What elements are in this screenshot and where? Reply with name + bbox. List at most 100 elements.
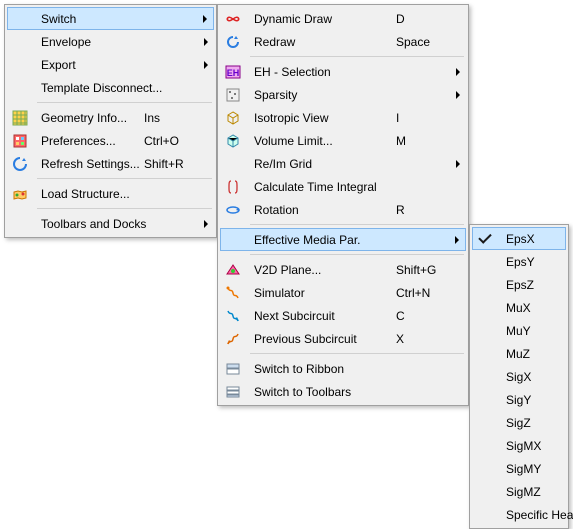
shortcut: X: [396, 332, 446, 346]
prev-icon: [222, 329, 244, 349]
menu-item-geometry-info[interactable]: Geometry Info... Ins: [7, 106, 214, 129]
label: Export: [37, 58, 144, 72]
menu-item-preferences[interactable]: Preferences... Ctrl+O: [7, 129, 214, 152]
shortcut: Space: [396, 35, 446, 49]
shortcut: Ins: [144, 111, 194, 125]
label: Toolbars and Docks: [37, 217, 146, 231]
check-icon: [474, 229, 496, 249]
isotropic-icon: [222, 108, 244, 128]
geometry-icon: [9, 108, 31, 128]
menu-item-muz[interactable]: MuZ: [472, 342, 566, 365]
shortcut: C: [396, 309, 446, 323]
label: Effective Media Par.: [250, 233, 396, 247]
sparsity-icon: [222, 85, 244, 105]
shortcut: Shift+R: [144, 157, 194, 171]
separator: [250, 224, 464, 225]
submenu-arrow-icon: [203, 15, 207, 23]
label: SigX: [502, 370, 556, 384]
menu-item-template-disconnect[interactable]: Template Disconnect...: [7, 76, 214, 99]
label: Calculate Time Integral: [250, 180, 396, 194]
simulator-icon: [222, 283, 244, 303]
menu-item-switch-ribbon[interactable]: Switch to Ribbon: [220, 357, 466, 380]
menu-item-mux[interactable]: MuX: [472, 296, 566, 319]
refresh-icon: [9, 154, 31, 174]
label: MuZ: [502, 347, 556, 361]
menu-item-switch[interactable]: Switch: [7, 7, 214, 30]
label: Simulator: [250, 286, 396, 300]
menu-item-sigz[interactable]: SigZ: [472, 411, 566, 434]
label: Volume Limit...: [250, 134, 396, 148]
redraw-icon: [222, 32, 244, 52]
separator: [250, 353, 464, 354]
label: Refresh Settings...: [37, 157, 144, 171]
label: Switch to Toolbars: [250, 385, 396, 399]
menu-item-v2d-plane[interactable]: V2D Plane... Shift+G: [220, 258, 466, 281]
context-menu-1: Switch Envelope Export Template Disconne…: [4, 4, 217, 238]
label: Isotropic View: [250, 111, 396, 125]
menu-item-envelope[interactable]: Envelope: [7, 30, 214, 53]
menu-item-refresh-settings[interactable]: Refresh Settings... Shift+R: [7, 152, 214, 175]
dynamic-draw-icon: [222, 9, 244, 29]
submenu-arrow-icon: [456, 68, 460, 76]
menu-item-calc-time-integral[interactable]: Calculate Time Integral: [220, 175, 466, 198]
submenu-arrow-icon: [204, 220, 208, 228]
menu-item-export[interactable]: Export: [7, 53, 214, 76]
shortcut: Ctrl+O: [144, 134, 194, 148]
menu-item-specific-heat[interactable]: Specific Heat: [472, 503, 566, 526]
menu-item-toolbars-docks[interactable]: Toolbars and Docks: [7, 212, 214, 235]
menu-item-effective-media[interactable]: Effective Media Par.: [220, 228, 466, 251]
separator: [37, 102, 212, 103]
shortcut: D: [396, 12, 446, 26]
menu-item-muy[interactable]: MuY: [472, 319, 566, 342]
menu-item-isotropic-view[interactable]: Isotropic View I: [220, 106, 466, 129]
menu-item-epsy[interactable]: EpsY: [472, 250, 566, 273]
label: SigMY: [502, 462, 556, 476]
integral-icon: [222, 177, 244, 197]
label: Re/Im Grid: [250, 157, 396, 171]
blank-icon: [9, 9, 31, 29]
separator: [37, 208, 212, 209]
context-menu-effective-media: EpsX EpsY EpsZ MuX MuY MuZ SigX SigY Sig…: [469, 224, 569, 529]
menu-item-switch-toolbars[interactable]: Switch to Toolbars: [220, 380, 466, 403]
menu-item-epsx[interactable]: EpsX: [472, 227, 566, 250]
label: EpsX: [502, 232, 556, 246]
menu-item-sparsity[interactable]: Sparsity: [220, 83, 466, 106]
preferences-icon: [9, 131, 31, 151]
label: MuY: [502, 324, 556, 338]
label: SigY: [502, 393, 556, 407]
menu-item-redraw[interactable]: Redraw Space: [220, 30, 466, 53]
submenu-arrow-icon: [204, 61, 208, 69]
menu-item-sigmy[interactable]: SigMY: [472, 457, 566, 480]
svg-text:EH: EH: [227, 68, 240, 78]
shortcut: Shift+G: [396, 263, 446, 277]
label: Rotation: [250, 203, 396, 217]
label: Previous Subcircuit: [250, 332, 396, 346]
separator: [250, 254, 464, 255]
label: EpsZ: [502, 278, 556, 292]
submenu-arrow-icon: [456, 160, 460, 168]
menu-item-previous-subcircuit[interactable]: Previous Subcircuit X: [220, 327, 466, 350]
menu-item-rotation[interactable]: Rotation R: [220, 198, 466, 221]
label: Dynamic Draw: [250, 12, 396, 26]
submenu-arrow-icon: [455, 236, 459, 244]
label: EpsY: [502, 255, 556, 269]
menu-item-sigmx[interactable]: SigMX: [472, 434, 566, 457]
label: SigMX: [502, 439, 556, 453]
menu-item-dynamic-draw[interactable]: Dynamic Draw D: [220, 7, 466, 30]
label: Template Disconnect...: [37, 81, 162, 95]
menu-item-load-structure[interactable]: Load Structure...: [7, 182, 214, 205]
menu-item-next-subcircuit[interactable]: Next Subcircuit C: [220, 304, 466, 327]
menu-item-sigy[interactable]: SigY: [472, 388, 566, 411]
menu-item-epsz[interactable]: EpsZ: [472, 273, 566, 296]
menu-item-reim-grid[interactable]: Re/Im Grid: [220, 152, 466, 175]
separator: [250, 56, 464, 57]
menu-item-sigx[interactable]: SigX: [472, 365, 566, 388]
submenu-arrow-icon: [456, 91, 460, 99]
ribbon-icon: [222, 359, 244, 379]
menu-item-simulator[interactable]: Simulator Ctrl+N: [220, 281, 466, 304]
menu-item-eh-selection[interactable]: EH EH - Selection: [220, 60, 466, 83]
label: Sparsity: [250, 88, 396, 102]
shortcut: M: [396, 134, 446, 148]
menu-item-volume-limit[interactable]: Volume Limit... M: [220, 129, 466, 152]
menu-item-sigmz[interactable]: SigMZ: [472, 480, 566, 503]
